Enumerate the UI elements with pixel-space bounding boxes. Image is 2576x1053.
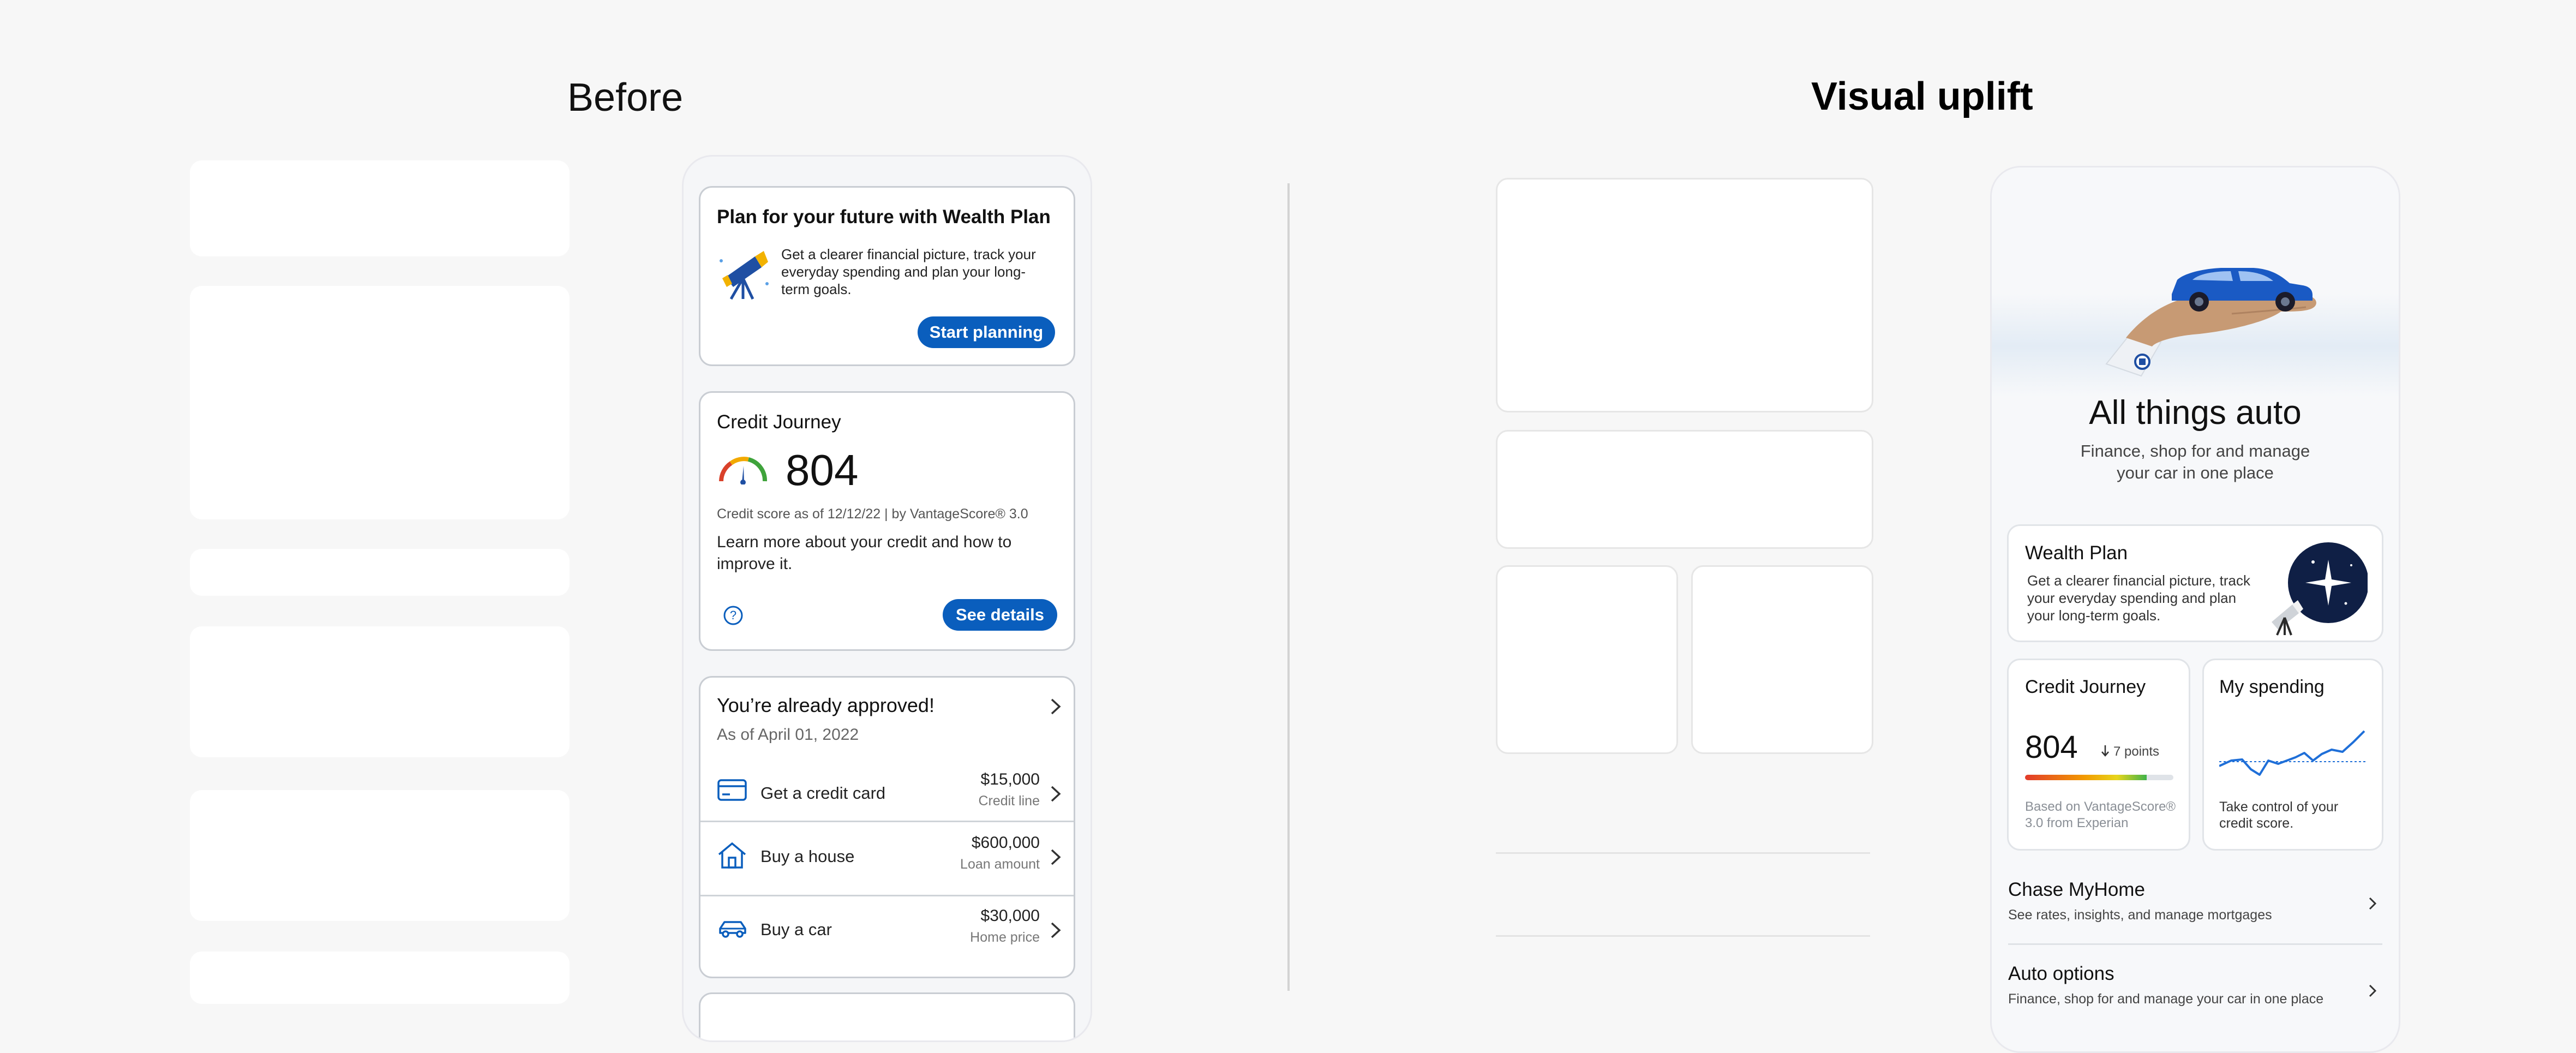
placeholder-block bbox=[190, 549, 570, 596]
wealth-plan-title: Plan for your future with Wealth Plan bbox=[717, 206, 1051, 228]
list-item-subtitle: See rates, insights, and manage mortgage… bbox=[2008, 907, 2272, 923]
list-item-chase-myhome[interactable]: Chase MyHome See rates, insights, and ma… bbox=[1992, 868, 2399, 934]
credit-journey-card[interactable]: Credit Journey 804 7 points Based on Van… bbox=[2007, 659, 2190, 851]
credit-score-change: 7 points bbox=[2113, 744, 2160, 759]
offer-amount: $15,000 bbox=[980, 770, 1040, 788]
heading-before: Before bbox=[567, 76, 684, 119]
hero-title: All things auto bbox=[2089, 394, 2302, 432]
placeholder-divider bbox=[1496, 935, 1870, 937]
offer-label: Buy a car bbox=[760, 920, 832, 939]
help-icon[interactable]: ? bbox=[722, 605, 744, 626]
uplift-phone-frame: All things auto Finance, shop for and ma… bbox=[1990, 166, 2400, 1053]
credit-journey-body: Learn more about your credit and how to … bbox=[717, 533, 1012, 573]
svg-text:?: ? bbox=[730, 608, 736, 622]
before-phone-frame: Plan for your future with Wealth Plan Ge… bbox=[682, 155, 1092, 1042]
offer-amount: $600,000 bbox=[971, 834, 1040, 852]
list-item-title: Auto options bbox=[2008, 963, 2114, 984]
my-spending-title: My spending bbox=[2219, 677, 2325, 697]
wealth-plan-card[interactable]: Plan for your future with Wealth Plan Ge… bbox=[699, 186, 1075, 366]
chevron-right-icon bbox=[1050, 785, 1062, 803]
placeholder-block bbox=[1691, 565, 1873, 754]
next-card-peek bbox=[699, 992, 1075, 1040]
credit-score-value: 804 bbox=[786, 446, 859, 494]
credit-journey-title: Credit Journey bbox=[2025, 677, 2146, 697]
credit-score-bar bbox=[2025, 775, 2173, 780]
approved-subtitle: As of April 01, 2022 bbox=[717, 726, 859, 744]
placeholder-block bbox=[1496, 430, 1873, 549]
my-spending-body: Take control of your credit score. bbox=[2219, 799, 2339, 831]
placeholder-block bbox=[190, 790, 570, 921]
placeholder-block bbox=[1496, 565, 1678, 754]
offer-row-car[interactable]: Buy a car $30,000 Home price bbox=[700, 897, 1074, 968]
hero-subtitle: Finance, shop for and manage your car in… bbox=[2080, 441, 2310, 482]
chevron-right-icon bbox=[1050, 848, 1062, 866]
placeholder-block bbox=[190, 952, 570, 1004]
row-divider bbox=[2008, 943, 2382, 945]
credit-journey-title: Credit Journey bbox=[717, 411, 841, 433]
offer-amount-sub: Credit line bbox=[978, 793, 1040, 809]
list-item-auto-options[interactable]: Auto options Finance, shop for and manag… bbox=[1992, 951, 2399, 1016]
section-divider bbox=[1287, 183, 1290, 991]
car-icon bbox=[717, 918, 748, 940]
offer-label: Buy a house bbox=[760, 847, 855, 866]
spending-line-chart bbox=[2219, 720, 2367, 786]
telescope-icon bbox=[715, 244, 774, 303]
placeholder-divider bbox=[1496, 852, 1870, 854]
credit-card-icon bbox=[717, 778, 747, 802]
wealth-plan-body: Get a clearer financial picture, track y… bbox=[2027, 572, 2250, 624]
placeholder-block bbox=[1496, 178, 1873, 412]
credit-journey-card[interactable]: Credit Journey 804 Credit score as of 12… bbox=[699, 391, 1075, 651]
hand-holding-car-illustration bbox=[2095, 255, 2325, 380]
row-divider bbox=[700, 895, 1074, 896]
house-icon bbox=[717, 840, 747, 871]
credit-score-meta: Credit score as of 12/12/22 | by Vantage… bbox=[717, 506, 1028, 522]
telescope-night-sky-icon bbox=[2264, 538, 2368, 636]
credit-footnote: Based on VantageScore® 3.0 from Experian bbox=[2025, 799, 2176, 830]
chevron-right-icon bbox=[2368, 984, 2377, 998]
credit-score-value: 804 bbox=[2025, 729, 2078, 765]
offer-row-house[interactable]: Buy a house $600,000 Loan amount bbox=[700, 824, 1074, 895]
offer-amount-sub: Home price bbox=[970, 930, 1040, 945]
wealth-plan-card[interactable]: Wealth Plan Get a clearer financial pict… bbox=[2007, 524, 2383, 642]
list-item-title: Chase MyHome bbox=[2008, 879, 2145, 900]
offer-label: Get a credit card bbox=[760, 783, 886, 803]
chevron-right-icon bbox=[1050, 921, 1062, 940]
approved-title: You’re already approved! bbox=[717, 694, 934, 716]
my-spending-card[interactable]: My spending Take control of your credit … bbox=[2202, 659, 2383, 851]
placeholder-block bbox=[190, 626, 570, 757]
wealth-plan-body: Get a clearer financial picture, track y… bbox=[781, 246, 1036, 297]
offer-row-credit-card[interactable]: Get a credit card $15,000 Credit line bbox=[700, 759, 1074, 830]
chevron-right-icon bbox=[2368, 896, 2377, 911]
approved-offers-card[interactable]: You’re already approved! As of April 01,… bbox=[699, 676, 1075, 978]
see-details-button[interactable]: See details bbox=[943, 599, 1057, 631]
row-divider bbox=[700, 821, 1074, 822]
offer-amount: $30,000 bbox=[980, 907, 1040, 925]
placeholder-block bbox=[190, 286, 570, 519]
gauge-icon bbox=[717, 454, 769, 484]
offer-amount-sub: Loan amount bbox=[960, 857, 1040, 872]
placeholder-block bbox=[190, 160, 570, 256]
arrow-down-icon bbox=[2100, 744, 2110, 757]
start-planning-button[interactable]: Start planning bbox=[918, 316, 1055, 348]
heading-visual-uplift: Visual uplift bbox=[1811, 75, 2033, 118]
list-item-subtitle: Finance, shop for and manage your car in… bbox=[2008, 991, 2324, 1007]
wealth-plan-title: Wealth Plan bbox=[2025, 542, 2128, 564]
chevron-right-icon[interactable] bbox=[1050, 697, 1062, 716]
